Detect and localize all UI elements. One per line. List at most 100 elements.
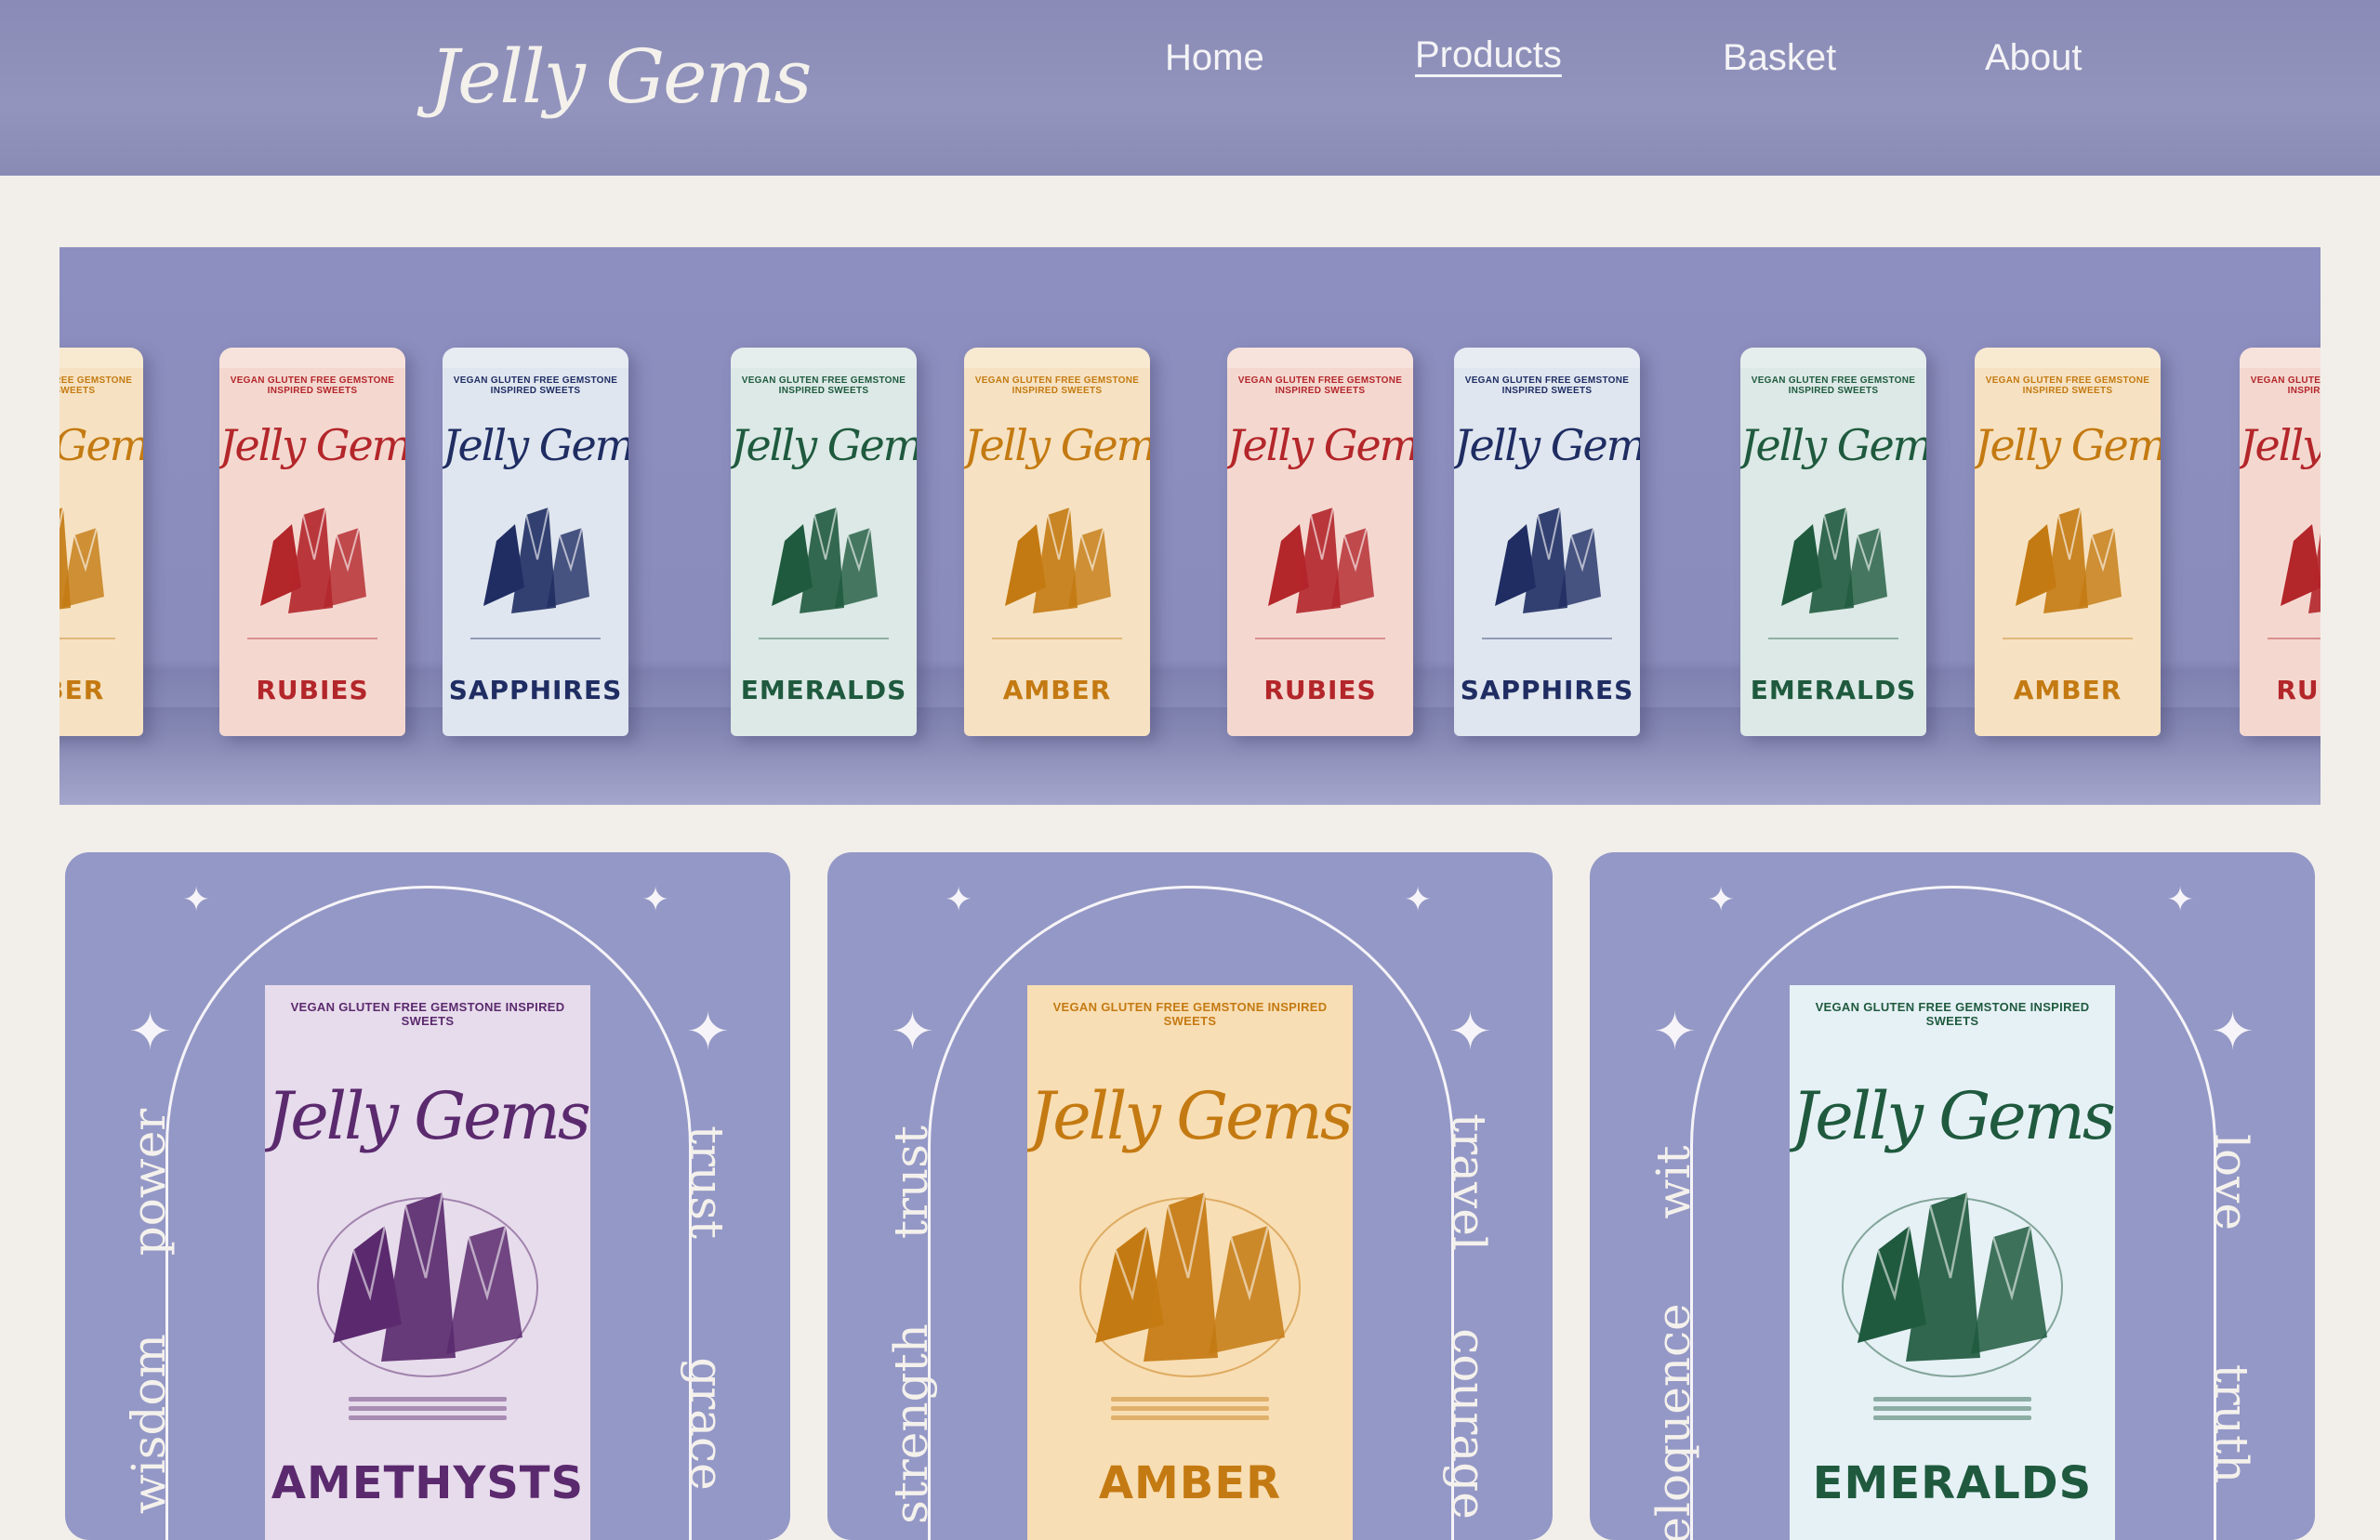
bag-description bbox=[1111, 1392, 1269, 1426]
card-word-right-top: travel bbox=[1442, 1113, 1496, 1251]
hero-pouch: VEGAN GLUTEN FREE GEMSTONE INSPIRED SWEE… bbox=[1454, 348, 1640, 736]
pouch-seal bbox=[964, 348, 1150, 368]
pouch-brand: Jelly Gems bbox=[2240, 420, 2320, 470]
hero-pouch: VEGAN GLUTEN FREE GEMSTONE INSPIRED SWEE… bbox=[60, 348, 143, 736]
sparkle-icon: ✦ bbox=[1448, 1002, 1492, 1060]
pouch-brand: Jelly Gems bbox=[1975, 420, 2161, 470]
nav-home[interactable]: Home bbox=[1165, 37, 1264, 79]
pouch-seal bbox=[731, 348, 917, 368]
product-bag-image: VEGAN GLUTEN FREE GEMSTONE INSPIRED SWEE… bbox=[265, 985, 590, 1540]
pouch-description bbox=[2268, 638, 2320, 665]
card-word-left-bottom: wisdom bbox=[122, 1334, 176, 1514]
sparkle-icon: ✦ bbox=[2166, 880, 2195, 918]
pouch-name: SAPPHIRES bbox=[448, 675, 623, 705]
sparkle-icon: ✦ bbox=[2211, 1002, 2254, 1060]
pouch-name: SAPPHIRES bbox=[1460, 675, 1634, 705]
pouch-tag: VEGAN GLUTEN FREE GEMSTONE INSPIRED SWEE… bbox=[1237, 375, 1403, 396]
card-word-left-bottom: strength bbox=[884, 1323, 938, 1524]
sparkle-icon: ✦ bbox=[1653, 1002, 1697, 1060]
pouch-description bbox=[60, 638, 115, 665]
pouch-seal bbox=[219, 348, 405, 368]
gem-icon bbox=[317, 1191, 538, 1377]
product-card[interactable]: ✦ ✦ ✦ ✦ power wisdom trust grace VEGAN GLUTEN FR… bbox=[65, 852, 790, 1540]
bag-brand: Jelly Gems bbox=[1792, 1078, 2115, 1154]
pouch-brand: Jelly Gems bbox=[443, 420, 628, 470]
sparkle-icon: ✦ bbox=[641, 880, 670, 918]
pouch-description bbox=[992, 638, 1122, 665]
hero-pouch: VEGAN GLUTEN FREE GEMSTONE INSPIRED SWEE… bbox=[2240, 348, 2320, 736]
pouch-name: EMERALDS bbox=[1750, 675, 1917, 705]
product-bag-image: VEGAN GLUTEN FREE GEMSTONE INSPIRED SWEE… bbox=[1027, 985, 1353, 1540]
nav-about[interactable]: About bbox=[1985, 37, 2082, 79]
gem-icon bbox=[1495, 507, 1601, 613]
product-card[interactable]: ✦ ✦ ✦ ✦ trust strength travel courage VEGAN GLUT… bbox=[827, 852, 1553, 1540]
hero-pouch: VEGAN GLUTEN FREE GEMSTONE INSPIRED SWEE… bbox=[443, 348, 628, 736]
card-word-left-top: power bbox=[122, 1108, 176, 1257]
sparkle-icon: ✦ bbox=[1707, 880, 1736, 918]
pouch-brand: Jelly Gems bbox=[1740, 420, 1926, 470]
gem-icon bbox=[2016, 507, 2122, 613]
pouch-name: AMBER bbox=[2013, 675, 2122, 705]
pouch-seal bbox=[60, 348, 143, 368]
bag-name: AMBER bbox=[1098, 1457, 1282, 1509]
product-bag-image: VEGAN GLUTEN FREE GEMSTONE INSPIRED SWEE… bbox=[1790, 985, 2115, 1540]
pouch-brand: Jelly Gems bbox=[1454, 420, 1640, 470]
gem-icon bbox=[1268, 507, 1374, 613]
pouch-tag: VEGAN GLUTEN FREE GEMSTONE INSPIRED SWEE… bbox=[60, 375, 133, 396]
sparkle-icon: ✦ bbox=[686, 1002, 730, 1060]
bag-description bbox=[1873, 1392, 2031, 1426]
bag-description bbox=[349, 1392, 507, 1426]
bag-brand: Jelly Gems bbox=[1029, 1078, 1353, 1154]
pouch-name: EMERALDS bbox=[740, 675, 907, 705]
pouch-tag: VEGAN GLUTEN FREE GEMSTONE INSPIRED SWEE… bbox=[1985, 375, 2150, 396]
gem-icon bbox=[260, 507, 366, 613]
pouch-seal bbox=[2240, 348, 2320, 368]
bag-brand: Jelly Gems bbox=[267, 1078, 590, 1154]
pouch-description bbox=[759, 638, 889, 665]
pouch-tag: VEGAN GLUTEN FREE GEMSTONE INSPIRED SWEE… bbox=[2250, 375, 2320, 396]
pouch-description bbox=[1482, 638, 1612, 665]
card-word-right-top: love bbox=[2204, 1134, 2258, 1231]
pouch-name: RUBIES bbox=[2276, 675, 2320, 705]
hero-pouch: VEGAN GLUTEN FREE GEMSTONE INSPIRED SWEE… bbox=[1227, 348, 1413, 736]
bag-name: EMERALDS bbox=[1812, 1457, 2093, 1509]
sparkle-icon: ✦ bbox=[1404, 880, 1433, 918]
card-word-right-bottom: grace bbox=[680, 1357, 734, 1491]
product-card[interactable]: ✦ ✦ ✦ ✦ wit eloquence love truth VEGAN GLUTEN FR… bbox=[1590, 852, 2315, 1540]
hero-pouch: VEGAN GLUTEN FREE GEMSTONE INSPIRED SWEE… bbox=[964, 348, 1150, 736]
hero-pouch: VEGAN GLUTEN FREE GEMSTONE INSPIRED SWEE… bbox=[1975, 348, 2161, 736]
pouch-seal bbox=[1975, 348, 2161, 368]
pouch-seal bbox=[1740, 348, 1926, 368]
hero-pouch: VEGAN GLUTEN FREE GEMSTONE INSPIRED SWEE… bbox=[219, 348, 405, 736]
card-word-left-bottom: eloquence bbox=[1646, 1303, 1700, 1540]
gem-icon bbox=[1842, 1191, 2063, 1377]
sparkle-icon: ✦ bbox=[128, 1002, 172, 1060]
sparkle-icon: ✦ bbox=[182, 880, 211, 918]
gem-icon bbox=[2281, 524, 2320, 613]
site-logo[interactable]: Jelly Gems bbox=[430, 33, 812, 120]
pouch-seal bbox=[1454, 348, 1640, 368]
pouch-description bbox=[247, 638, 377, 665]
card-word-right-bottom: courage bbox=[1442, 1328, 1496, 1520]
gem-icon bbox=[1781, 507, 1887, 613]
pouch-description bbox=[1768, 638, 1898, 665]
gem-icon bbox=[1005, 507, 1111, 613]
sparkle-icon: ✦ bbox=[891, 1002, 934, 1060]
pouch-name: AMBER bbox=[1002, 675, 1112, 705]
sparkle-icon: ✦ bbox=[945, 880, 973, 918]
pouch-brand: Jelly Gems bbox=[60, 420, 143, 470]
card-word-left-top: trust bbox=[884, 1125, 938, 1239]
pouch-tag: VEGAN GLUTEN FREE GEMSTONE INSPIRED SWEE… bbox=[741, 375, 906, 396]
hero-pouch: VEGAN GLUTEN FREE GEMSTONE INSPIRED SWEE… bbox=[731, 348, 917, 736]
gem-icon bbox=[60, 507, 104, 610]
gem-icon bbox=[483, 507, 589, 613]
pouch-seal bbox=[443, 348, 628, 368]
gem-icon bbox=[1079, 1191, 1301, 1377]
pouch-tag: VEGAN GLUTEN FREE GEMSTONE INSPIRED SWEE… bbox=[1464, 375, 1630, 396]
gem-icon bbox=[772, 507, 878, 613]
nav-basket[interactable]: Basket bbox=[1723, 37, 1836, 79]
hero-pouch: VEGAN GLUTEN FREE GEMSTONE INSPIRED SWEE… bbox=[1740, 348, 1926, 736]
pouch-brand: Jelly Gems bbox=[1227, 420, 1413, 470]
nav-products[interactable]: Products bbox=[1415, 34, 1562, 76]
pouch-name: AMBER bbox=[60, 675, 105, 705]
